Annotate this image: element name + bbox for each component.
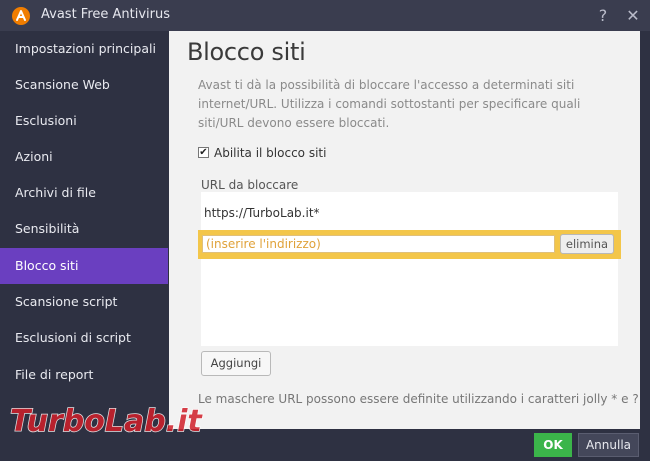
sidebar-item-sensibilita[interactable]: Sensibilità [0, 211, 168, 247]
sidebar-item-esclusioni-di-script[interactable]: Esclusioni di script [0, 320, 168, 356]
help-button[interactable]: ? [593, 6, 613, 26]
avast-logo-icon [12, 7, 30, 25]
sidebar: Impostazioni principali Scansione Web Es… [0, 31, 168, 429]
list-item[interactable]: https://TurboLab.it* [201, 206, 621, 224]
close-button[interactable]: ✕ [623, 6, 643, 26]
description-text: Avast ti dà la possibilità di bloccare l… [198, 78, 581, 130]
sidebar-item-scansione-web[interactable]: Scansione Web [0, 67, 168, 103]
add-button[interactable]: Aggiungi [201, 351, 271, 376]
enable-block-checkbox[interactable]: ✔ [198, 147, 209, 158]
sidebar-item-archivi-di-file[interactable]: Archivi di file [0, 175, 168, 211]
sidebar-item-file-di-report[interactable]: File di report [0, 357, 168, 393]
settings-window: Avast Free Antivirus ? ✕ Impostazioni pr… [0, 0, 650, 461]
url-edit-row: elimina [198, 230, 621, 259]
wildcard-note: Le maschere URL possono essere definite … [198, 392, 639, 406]
delete-button[interactable]: elimina [560, 234, 614, 254]
url-list-label: URL da bloccare [201, 178, 299, 192]
cancel-button[interactable]: Annulla [578, 433, 639, 457]
sidebar-item-esclusioni[interactable]: Esclusioni [0, 103, 168, 139]
page-title: Blocco siti [187, 38, 306, 66]
main-panel: Blocco siti Avast ti dà la possibilità d… [169, 31, 640, 429]
url-list: https://TurboLab.it* elimina [198, 192, 621, 346]
sidebar-item-scansione-script[interactable]: Scansione script [0, 284, 168, 320]
bottom-bar: OK Annulla [0, 429, 650, 461]
sidebar-item-impostazioni-principali[interactable]: Impostazioni principali [0, 31, 168, 67]
sidebar-item-blocco-siti[interactable]: Blocco siti [0, 248, 168, 284]
sidebar-item-azioni[interactable]: Azioni [0, 139, 168, 175]
ok-button[interactable]: OK [534, 433, 572, 457]
window-title: Avast Free Antivirus [41, 7, 171, 22]
url-input[interactable] [202, 235, 555, 253]
title-bar: Avast Free Antivirus ? ✕ [0, 0, 650, 31]
enable-block-label[interactable]: Abilita il blocco siti [214, 146, 326, 160]
